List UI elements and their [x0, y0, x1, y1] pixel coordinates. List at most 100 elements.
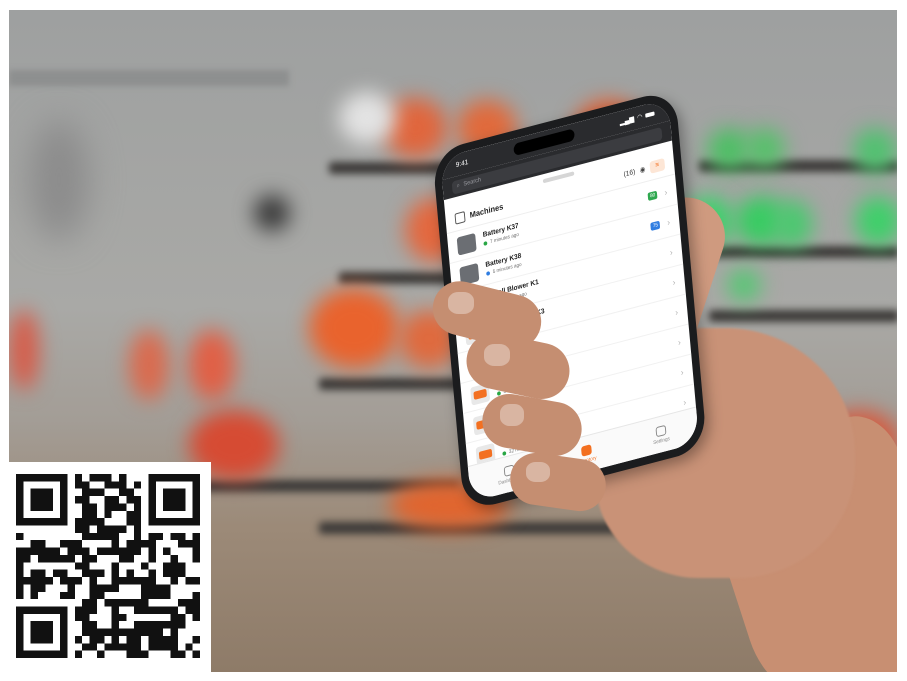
qr-module: [185, 643, 193, 651]
qr-module: [163, 643, 171, 651]
qr-module: [133, 621, 142, 629]
qr-module: [192, 606, 200, 614]
qr-module: [82, 525, 90, 533]
qr-module: [96, 474, 105, 482]
qr-module: [96, 525, 105, 533]
qr-module: [82, 547, 90, 555]
qr-module: [126, 643, 134, 651]
qr-module: [82, 496, 90, 504]
chevron-right-icon: ›: [666, 216, 671, 228]
qr-module: [170, 569, 178, 578]
qr-module: [141, 621, 149, 629]
qr-code-graphic: [16, 474, 200, 658]
qr-module: [60, 540, 68, 548]
qr-module: [170, 635, 178, 644]
qr-module: [89, 518, 97, 526]
qr-module: [74, 547, 83, 555]
green-equipment: [855, 196, 897, 246]
qr-module: [141, 562, 149, 570]
qr-module: [148, 577, 156, 585]
qr-module: [111, 496, 120, 504]
qr-module: [126, 488, 134, 497]
qr-module: [141, 540, 149, 548]
qr-module: [111, 503, 120, 511]
qr-module: [111, 540, 120, 548]
qr-module: [52, 569, 61, 578]
qr-module: [177, 599, 186, 607]
qr-module: [133, 481, 142, 489]
qr-module: [192, 591, 200, 600]
qr-module: [60, 554, 68, 563]
qr-module: [170, 606, 178, 614]
qr-finder-pattern: [30, 488, 53, 511]
qr-module: [89, 606, 97, 614]
qr-module: [119, 554, 127, 563]
fingernail: [448, 292, 474, 314]
qr-module: [111, 643, 120, 651]
qr-module: [148, 584, 156, 592]
qr-module: [82, 643, 90, 651]
status-dot: [483, 241, 488, 246]
qr-module: [45, 547, 53, 555]
qr-module: [148, 643, 156, 651]
qr-module: [126, 650, 134, 658]
qr-module: [170, 613, 178, 622]
qr-module: [133, 496, 142, 504]
qr-module: [177, 621, 186, 629]
chevron-right-icon: ›: [682, 396, 687, 408]
qr-module: [111, 613, 120, 622]
battery-badge: 75: [650, 220, 661, 231]
qr-module: [67, 577, 75, 585]
qr-module: [74, 577, 83, 585]
tab-settings[interactable]: Settings: [652, 423, 670, 446]
qr-module: [119, 599, 127, 607]
qr-module: [141, 650, 149, 658]
qr-module: [23, 577, 31, 585]
qr-module: [82, 488, 90, 497]
qr-module: [148, 606, 156, 614]
qr-module: [89, 569, 97, 578]
qr-module: [30, 540, 39, 548]
qr-module: [74, 481, 83, 489]
sort-icon[interactable]: ≡: [649, 157, 666, 174]
qr-module: [155, 591, 164, 600]
qr-module: [148, 547, 156, 555]
qr-module: [104, 628, 112, 636]
qr-module: [16, 562, 24, 570]
qr-module: [177, 540, 186, 548]
qr-module: [82, 481, 90, 489]
qr-module: [82, 532, 90, 541]
qr-module: [30, 584, 39, 592]
select-all-checkbox[interactable]: [454, 210, 466, 225]
qr-module: [111, 569, 120, 578]
qr-module: [111, 628, 120, 636]
qr-module: [74, 606, 83, 614]
qr-module: [74, 496, 83, 504]
qr-module: [89, 510, 97, 519]
location-pin-icon[interactable]: ◉: [639, 165, 645, 174]
qr-module: [74, 562, 83, 570]
qr-module: [82, 613, 90, 622]
qr-module: [133, 540, 142, 548]
qr-module: [89, 474, 97, 482]
qr-module: [192, 554, 200, 563]
qr-module: [141, 599, 149, 607]
shelf: [699, 246, 897, 258]
wall-rail: [9, 70, 289, 86]
qr-module: [96, 518, 105, 526]
qr-module: [170, 562, 178, 570]
chevron-right-icon: ›: [672, 276, 676, 288]
dark-equipment: [254, 195, 290, 231]
qr-module: [126, 518, 134, 526]
qr-module: [170, 621, 178, 629]
qr-module: [89, 532, 97, 541]
qr-module: [170, 650, 178, 658]
qr-module: [126, 510, 134, 519]
qr-module: [60, 577, 68, 585]
qr-module: [133, 525, 142, 533]
qr-module: [111, 562, 120, 570]
qr-module: [148, 532, 156, 541]
qr-module: [111, 599, 120, 607]
qr-module: [89, 488, 97, 497]
wifi-icon: ◠: [636, 113, 643, 122]
